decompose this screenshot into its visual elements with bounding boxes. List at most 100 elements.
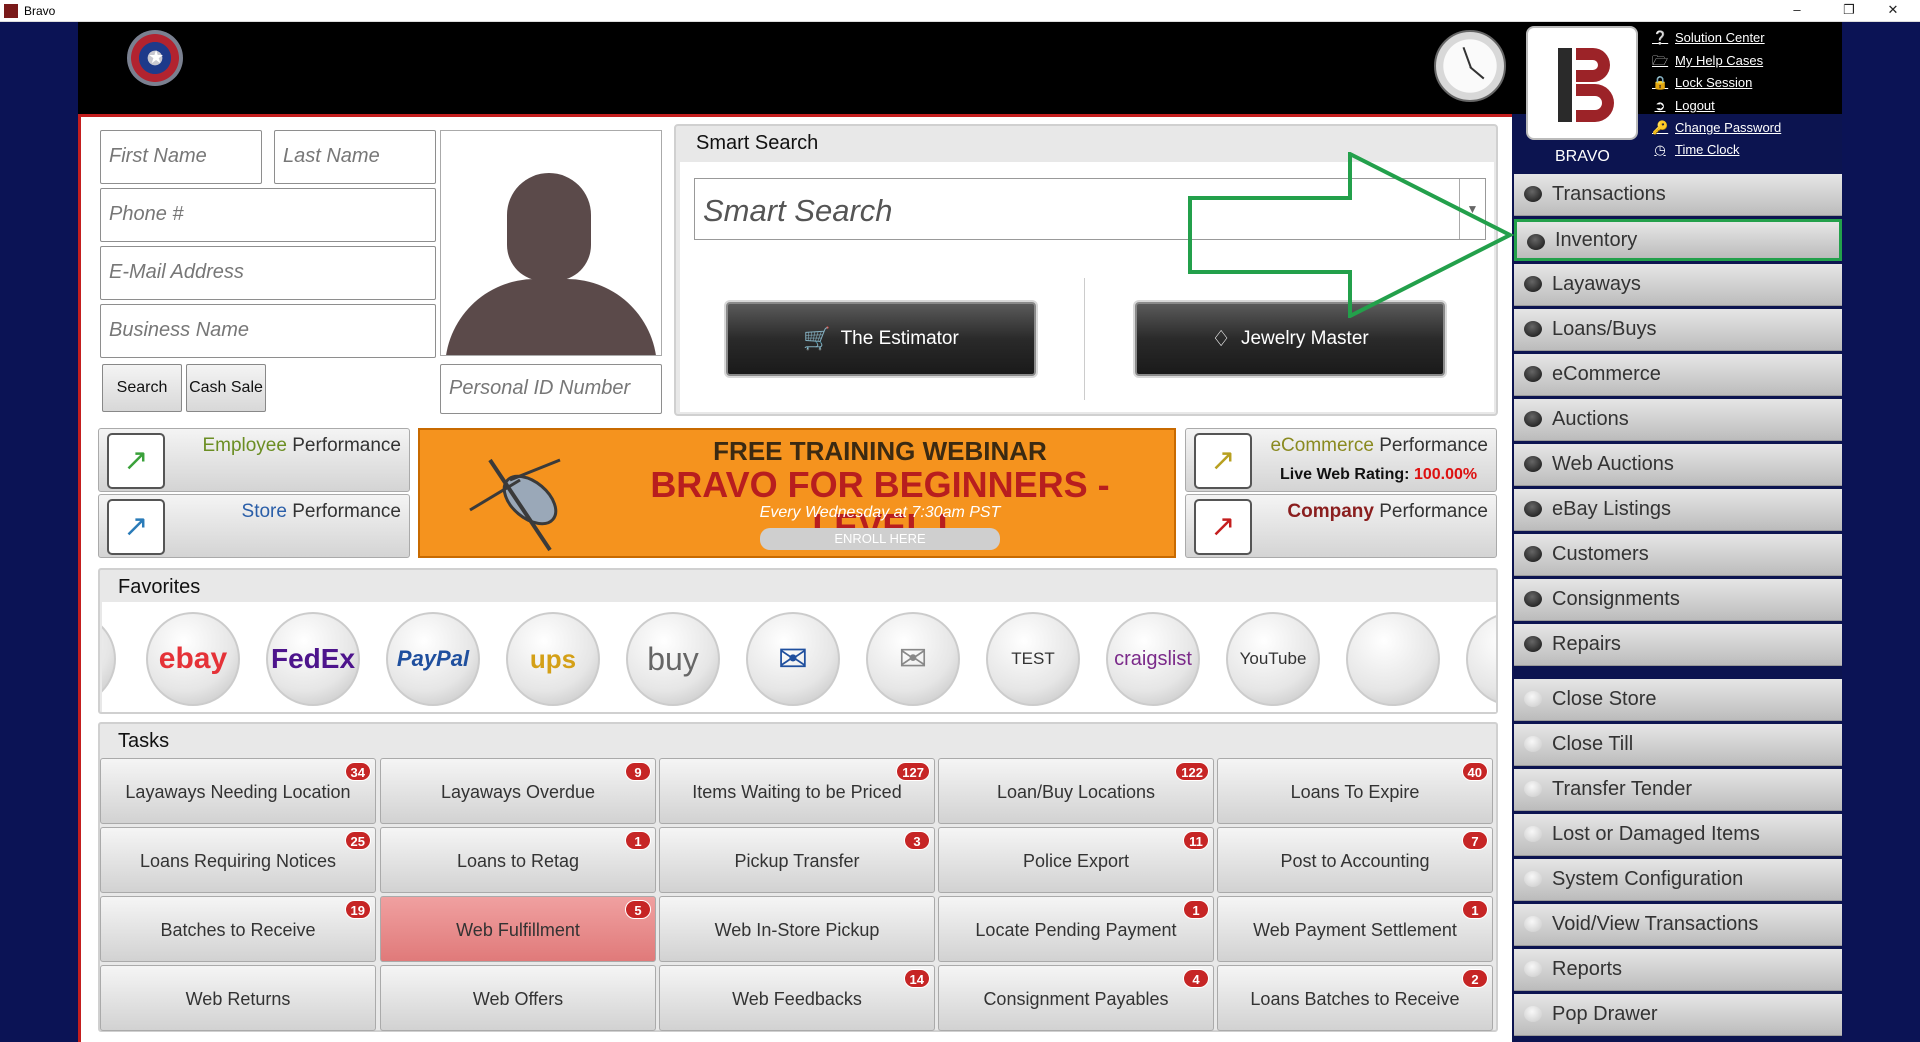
task-button[interactable]: Post to Accounting 7 — [1217, 827, 1493, 893]
favorite-youtube[interactable]: YouTube — [1226, 612, 1320, 706]
favorites-header: Favorites — [118, 576, 201, 598]
lock-session-link[interactable]: 🔒 Lock Session — [1652, 75, 1752, 90]
task-label: Web Payment Settlement — [1253, 920, 1457, 940]
task-button[interactable]: Web Payment Settlement 1 — [1217, 896, 1493, 962]
menu-item-close-till[interactable]: Close Till — [1514, 724, 1842, 766]
logout-link[interactable]: ➲ Logout — [1652, 98, 1715, 113]
company-performance-button[interactable]: ↗ Company Performance — [1185, 494, 1497, 558]
restore-button[interactable]: ❐ — [1826, 0, 1872, 22]
task-count-badge: 1 — [625, 831, 651, 850]
menu-item-system-configuration[interactable]: System Configuration — [1514, 859, 1842, 901]
smart-search-input[interactable]: Smart Search ▼ — [694, 178, 1486, 240]
webinar-banner[interactable]: FREE TRAINING WEBINAR BRAVO FOR BEGINNER… — [418, 428, 1176, 558]
task-button[interactable]: Web Offers — [380, 965, 656, 1031]
menu-item-loans-buys[interactable]: Loans/Buys — [1514, 309, 1842, 351]
menu-item-layaways[interactable]: Layaways — [1514, 264, 1842, 306]
solution-center-link[interactable]: ❔ Solution Center — [1652, 30, 1765, 45]
task-button[interactable]: Items Waiting to be Priced 127 — [659, 758, 935, 824]
craigslist-icon[interactable]: craigslist — [1106, 612, 1200, 706]
enroll-button[interactable]: ENROLL HERE — [760, 528, 1000, 550]
cash-sale-button[interactable]: Cash Sale — [186, 364, 266, 412]
favorite-empty[interactable] — [1346, 612, 1440, 706]
ups-icon[interactable]: ups — [506, 612, 600, 706]
folder-icon: 🗁 — [1652, 52, 1669, 68]
menu-item-repairs[interactable]: Repairs — [1514, 624, 1842, 666]
phone-field[interactable]: Phone # — [100, 188, 436, 242]
bullet-icon — [1524, 826, 1542, 842]
menu-item-void-view-transactions[interactable]: Void/View Transactions — [1514, 904, 1842, 946]
my-help-cases-link[interactable]: 🗁 My Help Cases — [1652, 53, 1763, 68]
task-label: Web Feedbacks — [732, 989, 862, 1009]
estimator-button[interactable]: 🛒 The Estimator — [726, 302, 1036, 376]
fedex-icon[interactable]: FedEx — [266, 612, 360, 706]
shield-logo-icon: ★ — [127, 30, 183, 86]
task-button[interactable]: Locate Pending Payment 1 — [938, 896, 1214, 962]
menu-item-lost-or-damaged-items[interactable]: Lost or Damaged Items — [1514, 814, 1842, 856]
menu-item-pop-drawer[interactable]: Pop Drawer — [1514, 994, 1842, 1036]
task-button[interactable]: Loans to Retag 1 — [380, 827, 656, 893]
task-count-badge: 4 — [1183, 969, 1209, 988]
usps-icon[interactable]: ✉ — [746, 612, 840, 706]
task-button[interactable]: Web Feedbacks 14 — [659, 965, 935, 1031]
menu-item-transactions[interactable]: Transactions — [1514, 174, 1842, 216]
paypal-icon[interactable]: PayPal — [386, 612, 480, 706]
buy-icon[interactable]: buy — [626, 612, 720, 706]
first-name-field[interactable]: First Name — [100, 130, 262, 184]
chart-up-icon: ↗ — [107, 433, 165, 489]
chart-up-icon: ↗ — [1194, 499, 1252, 555]
chevron-down-icon[interactable]: ▼ — [1459, 179, 1485, 239]
time-clock-link[interactable]: ◷ Time Clock — [1652, 142, 1739, 157]
task-button[interactable]: Pickup Transfer 3 — [659, 827, 935, 893]
window-title: Bravo — [24, 3, 56, 18]
task-label: Layaways Overdue — [440, 782, 596, 802]
jewelry-master-button[interactable]: ♢ Jewelry Master — [1135, 302, 1445, 376]
seal-icon[interactable] — [102, 612, 116, 706]
task-count-badge: 19 — [344, 900, 371, 919]
task-button[interactable]: Web Returns — [100, 965, 376, 1031]
change-password-link[interactable]: 🔑 Change Password — [1652, 120, 1781, 135]
task-button[interactable]: Loan/Buy Locations 122 — [938, 758, 1214, 824]
last-name-field[interactable]: Last Name — [274, 130, 436, 184]
task-label: Web Fulfillment — [456, 920, 580, 940]
favorite-empty[interactable] — [1466, 612, 1496, 706]
menu-item-ecommerce[interactable]: eCommerce — [1514, 354, 1842, 396]
task-button[interactable]: Layaways Needing Location 34 — [100, 758, 376, 824]
favorite-test[interactable]: TEST — [986, 612, 1080, 706]
employee-performance-button[interactable]: ↗ Employee Performance — [98, 428, 410, 492]
close-window-button[interactable]: ✕ — [1870, 0, 1916, 22]
email-field[interactable]: E-Mail Address — [100, 246, 436, 300]
customer-photo[interactable] — [440, 130, 662, 356]
menu-item-inventory[interactable]: Inventory — [1514, 219, 1842, 261]
task-button[interactable]: Web In-Store Pickup — [659, 896, 935, 962]
business-name-field[interactable]: Business Name — [100, 304, 436, 358]
help-icon: ❔ — [1652, 29, 1669, 45]
minimize-button[interactable]: – — [1774, 0, 1820, 22]
search-button[interactable]: Search — [102, 364, 182, 412]
store-performance-button[interactable]: ↗ Store Performance — [98, 494, 410, 558]
bullet-icon — [1524, 736, 1542, 752]
menu-item-close-store[interactable]: Close Store — [1514, 679, 1842, 721]
task-button[interactable]: Consignment Payables 4 — [938, 965, 1214, 1031]
personal-id-field[interactable]: Personal ID Number — [440, 364, 662, 414]
menu-item-customers[interactable]: Customers — [1514, 534, 1842, 576]
menu-item-auctions[interactable]: Auctions — [1514, 399, 1842, 441]
ebay-icon[interactable]: ebay — [146, 612, 240, 706]
menu-item-ebay-listings[interactable]: eBay Listings — [1514, 489, 1842, 531]
task-button[interactable]: Loans Requiring Notices 25 — [100, 827, 376, 893]
task-button[interactable]: Layaways Overdue 9 — [380, 758, 656, 824]
menu-item-reports[interactable]: Reports — [1514, 949, 1842, 991]
menu-item-web-auctions[interactable]: Web Auctions — [1514, 444, 1842, 486]
task-button[interactable]: Loans Batches to Receive 2 — [1217, 965, 1493, 1031]
task-label: Police Export — [1022, 851, 1130, 871]
menu-item-transfer-tender[interactable]: Transfer Tender — [1514, 769, 1842, 811]
store-location: Las Vegas, NV — [1015, 93, 1101, 108]
email-icon[interactable]: ✉ — [866, 612, 960, 706]
task-button[interactable]: Loans To Expire 40 — [1217, 758, 1493, 824]
task-button[interactable]: Batches to Receive 19 — [100, 896, 376, 962]
task-button[interactable]: Web Fulfillment 5 — [380, 896, 656, 962]
bullet-icon — [1524, 691, 1542, 707]
bullet-icon — [1524, 916, 1542, 932]
task-button[interactable]: Police Export 11 — [938, 827, 1214, 893]
menu-item-consignments[interactable]: Consignments — [1514, 579, 1842, 621]
task-count-badge: 2 — [1462, 969, 1488, 988]
